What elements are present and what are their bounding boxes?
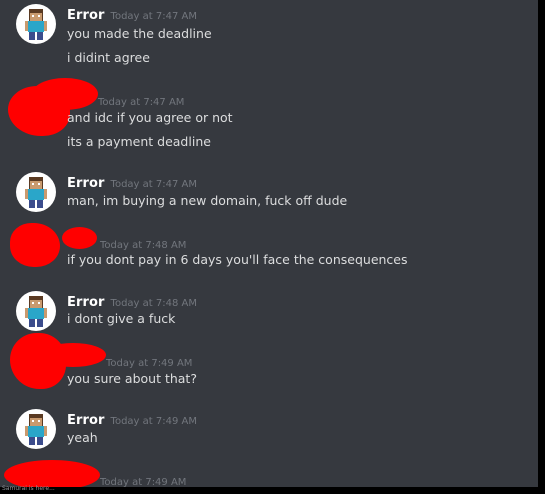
message-timestamp: Today at 7:47 AM bbox=[110, 179, 197, 190]
message-timestamp: Today at 7:49 AM bbox=[110, 416, 197, 427]
redacted-name-mark bbox=[32, 78, 98, 110]
typing-indicator-text: Samurai is here... bbox=[2, 485, 55, 492]
author-name[interactable]: Error bbox=[67, 413, 105, 428]
message-text: its a payment deadline bbox=[67, 134, 211, 149]
redacted-name-mark bbox=[40, 343, 106, 367]
author-name[interactable]: Error bbox=[67, 8, 105, 23]
message-header: Today at 7:49 AM bbox=[106, 351, 192, 371]
message-header: Error Today at 7:47 AM bbox=[67, 172, 197, 192]
message-text: man, im buying a new domain, fuck off du… bbox=[67, 193, 348, 208]
minecraft-character-icon bbox=[25, 9, 47, 40]
minecraft-character-icon bbox=[25, 177, 47, 208]
message-timestamp: Today at 7:48 AM bbox=[100, 240, 187, 251]
message-text: you made the deadline bbox=[67, 26, 212, 41]
avatar-error[interactable] bbox=[16, 172, 56, 212]
message-text: and idc if you agree or not bbox=[67, 110, 233, 125]
message-timestamp: Today at 7:47 AM bbox=[98, 97, 185, 108]
message-timestamp: Today at 7:48 AM bbox=[110, 298, 197, 309]
avatar-error[interactable] bbox=[16, 409, 56, 449]
message-header: Today at 7:48 AM bbox=[100, 233, 186, 253]
author-name[interactable]: Error bbox=[67, 176, 105, 191]
message-header: Error Today at 7:47 AM bbox=[67, 4, 197, 24]
redacted-avatar-mark bbox=[10, 223, 60, 267]
message-text: you sure about that? bbox=[67, 371, 197, 386]
message-timestamp: Today at 7:49 AM bbox=[106, 358, 193, 369]
minecraft-character-icon bbox=[25, 296, 47, 327]
message-header: Error Today at 7:48 AM bbox=[67, 291, 197, 311]
author-name[interactable]: Error bbox=[67, 295, 105, 310]
redacted-name-mark bbox=[62, 227, 97, 249]
message-timestamp: Today at 7:49 AM bbox=[100, 477, 187, 487]
message-text: i didint agree bbox=[67, 50, 150, 65]
typing-indicator-bar bbox=[0, 487, 545, 494]
message-header: Error Today at 7:49 AM bbox=[67, 409, 197, 429]
chat-message-list: Error Today at 7:47 AM you made the deadl… bbox=[0, 0, 538, 487]
minecraft-character-icon bbox=[25, 414, 47, 445]
avatar-error[interactable] bbox=[16, 291, 56, 331]
message-text: i dont give a fuck bbox=[67, 311, 176, 326]
message-text: if you dont pay in 6 days you'll face th… bbox=[67, 252, 408, 267]
message-timestamp: Today at 7:47 AM bbox=[110, 11, 197, 22]
message-header: Today at 7:47 AM bbox=[98, 90, 184, 110]
redacted-avatar-mark bbox=[4, 460, 100, 487]
message-header: Today at 7:49 AM bbox=[100, 470, 186, 487]
message-text: yeah bbox=[67, 430, 98, 445]
avatar-error[interactable] bbox=[16, 4, 56, 44]
